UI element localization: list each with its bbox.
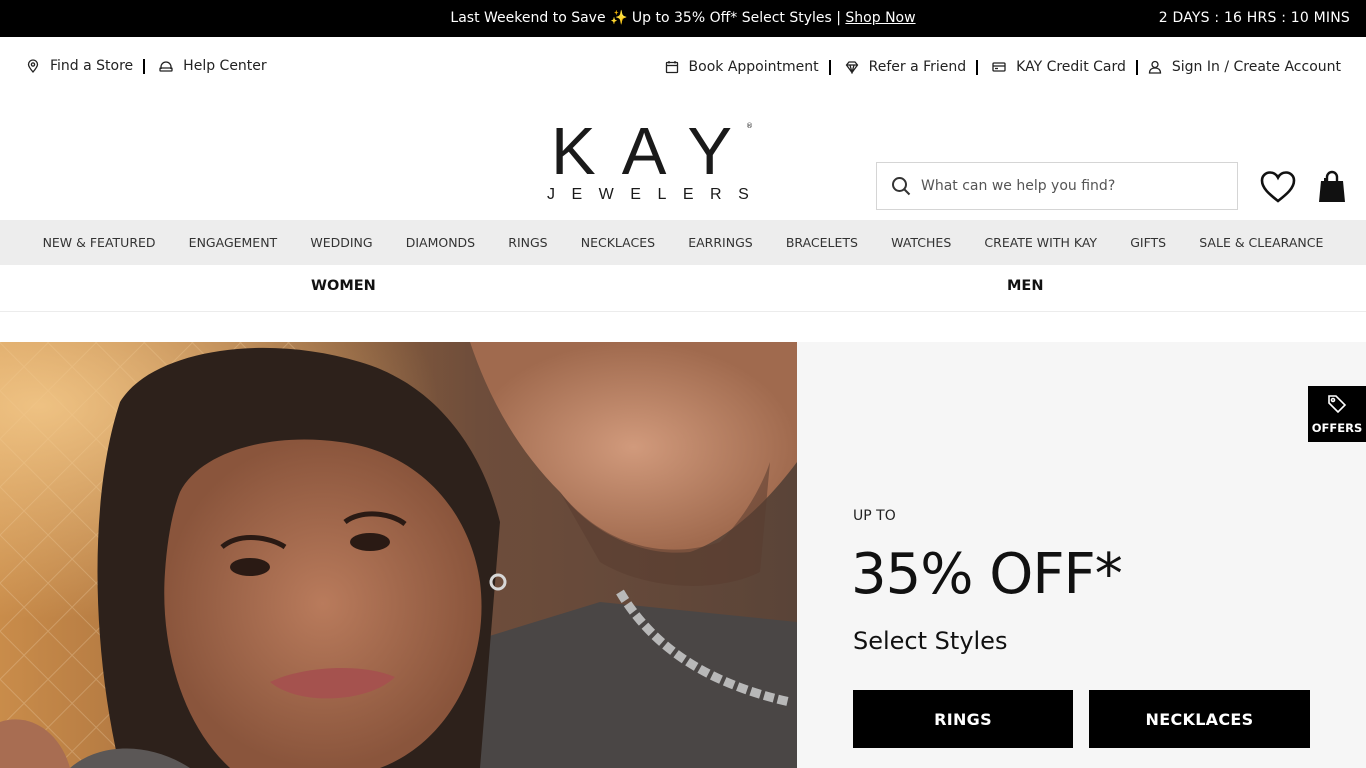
find-store-link[interactable]: Find a Store (26, 58, 133, 74)
refer-friend-link[interactable]: Refer a Friend (845, 59, 967, 75)
diamond-icon (845, 60, 859, 74)
offers-button[interactable]: OFFERS (1308, 386, 1366, 442)
search-box (876, 162, 1238, 210)
logo-subline: JEWELERS (547, 186, 766, 203)
nav-engagement[interactable]: ENGAGEMENT (189, 235, 278, 250)
book-appointment-link[interactable]: Book Appointment (665, 59, 819, 75)
user-icon (1148, 60, 1162, 74)
main-navigation: NEW & FEATURED ENGAGEMENT WEDDING DIAMON… (0, 220, 1366, 265)
divider (143, 58, 146, 74)
hero-panel: UP TO 35% OFF* Select Styles RINGS NECKL… (797, 342, 1366, 768)
nav-diamonds[interactable]: DIAMONDS (406, 235, 475, 250)
nav-rings[interactable]: RINGS (508, 235, 547, 250)
shop-rings-button[interactable]: RINGS (853, 690, 1073, 748)
registered-mark: ® (746, 122, 753, 130)
hero-image[interactable] (0, 342, 797, 768)
sign-in-link[interactable]: Sign In / Create Account (1148, 59, 1341, 75)
promo-text: Last Weekend to Save ✨ Up to 35% Off* Se… (450, 10, 846, 26)
divider (1135, 59, 1138, 75)
hero-eyebrow: UP TO (853, 508, 896, 524)
map-pin-icon (26, 59, 40, 73)
nav-watches[interactable]: WATCHES (891, 235, 951, 250)
nav-gifts[interactable]: GIFTS (1130, 235, 1166, 250)
tab-women[interactable]: WOMEN (311, 265, 376, 307)
nav-new-featured[interactable]: NEW & FEATURED (43, 235, 156, 250)
logo-wordmark: KAY (551, 114, 759, 189)
search-icon[interactable] (891, 176, 911, 196)
search-input[interactable] (921, 178, 1221, 194)
find-store-label: Find a Store (50, 58, 134, 74)
hero-subhead: Select Styles (853, 627, 1008, 655)
help-center-label: Help Center (183, 58, 267, 74)
nav-wedding[interactable]: WEDDING (310, 235, 372, 250)
utility-right: Book Appointment Refer a Friend KAY Cred… (665, 57, 1341, 77)
countdown-timer: 2 DAYS : 16 HRS : 10 MINS (1158, 10, 1350, 26)
help-center-link[interactable]: Help Center (159, 58, 267, 74)
sign-in-label: Sign In / Create Account (1171, 59, 1341, 75)
kay-jewelers-logo[interactable]: KAY JEWELERS ® (545, 118, 755, 205)
tag-icon (1327, 394, 1347, 418)
shopping-bag-icon[interactable] (1317, 170, 1347, 204)
nav-bracelets[interactable]: BRACELETS (786, 235, 858, 250)
shop-now-link[interactable]: Shop Now (845, 10, 915, 26)
promo-bar: Last Weekend to Save ✨ Up to 35% Off* Se… (0, 0, 1366, 37)
gender-tabs: WOMEN MEN (0, 265, 1366, 312)
calendar-icon (665, 60, 679, 74)
credit-card-icon (992, 60, 1006, 74)
wishlist-heart-icon[interactable] (1259, 170, 1297, 204)
offers-label: OFFERS (1311, 420, 1363, 435)
nav-sale-clearance[interactable]: SALE & CLEARANCE (1199, 235, 1323, 250)
tab-men[interactable]: MEN (1007, 265, 1043, 307)
credit-card-label: KAY Credit Card (1016, 59, 1126, 75)
nav-earrings[interactable]: EARRINGS (688, 235, 752, 250)
divider (828, 59, 831, 75)
nav-create-with-kay[interactable]: CREATE WITH KAY (984, 235, 1097, 250)
refer-friend-label: Refer a Friend (868, 59, 967, 75)
headset-icon (159, 59, 173, 73)
hero-headline: 35% OFF* (851, 542, 1123, 607)
divider (976, 59, 979, 75)
shop-necklaces-button[interactable]: NECKLACES (1089, 690, 1310, 748)
nav-necklaces[interactable]: NECKLACES (581, 235, 655, 250)
utility-left: Find a Store Help Center (26, 56, 267, 76)
book-appointment-label: Book Appointment (688, 59, 819, 75)
credit-card-link[interactable]: KAY Credit Card (992, 59, 1126, 75)
